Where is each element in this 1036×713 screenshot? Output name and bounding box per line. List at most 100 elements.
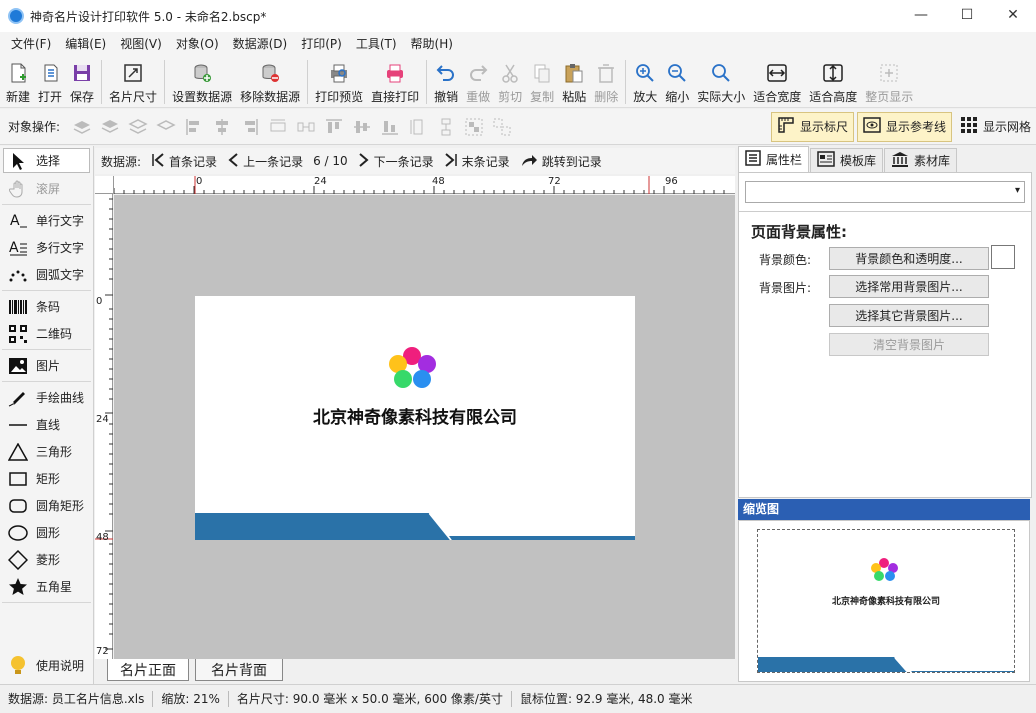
jump-record-button[interactable]: 跳转到记录 xyxy=(520,152,602,171)
open-button[interactable]: 打开 xyxy=(34,56,66,106)
menu-datasource[interactable]: 数据源(D) xyxy=(226,32,295,56)
design-canvas[interactable]: 北京神奇像素科技有限公司 xyxy=(114,195,735,659)
object-selector-combo[interactable]: ▾ xyxy=(745,181,1025,203)
image-tool[interactable]: 图片 xyxy=(0,352,93,379)
scroll-tool[interactable]: 滚屏 xyxy=(0,175,93,202)
tab-properties[interactable]: 属性栏 xyxy=(738,146,810,172)
line-tool[interactable]: 直线 xyxy=(0,411,93,438)
diamond-tool[interactable]: 菱形 xyxy=(0,546,93,573)
tab-card-back[interactable]: 名片背面 xyxy=(195,659,283,681)
redo-button[interactable]: 重做 xyxy=(462,56,494,106)
help-tool[interactable]: 使用说明 xyxy=(0,652,84,679)
send-to-back-icon[interactable] xyxy=(155,116,177,138)
distribute-horizontal-icon[interactable] xyxy=(267,116,289,138)
send-backward-icon[interactable] xyxy=(127,116,149,138)
tab-templates[interactable]: 模板库 xyxy=(810,148,884,172)
fit-width-button[interactable]: 适合宽度 xyxy=(749,56,805,106)
circle-tool[interactable]: 圆形 xyxy=(0,519,93,546)
card-size-button[interactable]: 名片尺寸 xyxy=(105,56,161,106)
copy-button[interactable]: 复制 xyxy=(526,56,558,106)
company-name-text[interactable]: 北京神奇像素科技有限公司 xyxy=(195,403,635,428)
menu-help[interactable]: 帮助(H) xyxy=(404,32,460,56)
fit-page-button[interactable]: 整页显示 xyxy=(861,56,917,106)
remove-datasource-button[interactable]: 移除数据源 xyxy=(236,56,304,106)
show-ruler-toggle[interactable]: 显示标尺 xyxy=(770,111,854,142)
show-grid-toggle[interactable]: 显示网格 xyxy=(955,112,1036,142)
arc-text-tool[interactable]: 圆弧文字 xyxy=(0,261,93,288)
cut-button[interactable]: 剪切 xyxy=(494,56,526,106)
direct-print-button[interactable]: 直接打印 xyxy=(367,56,423,106)
properties-panel: ▾ 页面背景属性: 背景颜色: 背景颜色和透明度... 背景图片: 选择常用背景… xyxy=(738,172,1032,498)
minimize-button[interactable]: — xyxy=(898,0,944,30)
title-bar: 神奇名片设计打印软件 5.0 - 未命名2.bscp* — ☐ ✕ xyxy=(0,0,1036,32)
paste-button[interactable]: 粘贴 xyxy=(558,56,590,106)
undo-button[interactable]: 撤销 xyxy=(430,56,462,106)
svg-text:A: A xyxy=(10,213,20,229)
ungroup-icon[interactable] xyxy=(491,116,513,138)
ruler-tick-label: 24 xyxy=(96,414,109,425)
bg-color-swatch[interactable] xyxy=(991,245,1015,269)
zoom-out-button[interactable]: 缩小 xyxy=(661,56,693,106)
triangle-tool[interactable]: 三角形 xyxy=(0,438,93,465)
actual-size-button[interactable]: 实际大小 xyxy=(693,56,749,106)
ruler-tick-label: 48 xyxy=(96,532,109,543)
select-tool[interactable]: 选择 xyxy=(3,148,90,173)
clear-bg-image-button[interactable]: 清空背景图片 xyxy=(829,333,989,356)
multi-line-text-tool[interactable]: A 多行文字 xyxy=(0,234,93,261)
next-record-button[interactable]: 下一条记录 xyxy=(358,152,434,171)
bring-forward-icon[interactable] xyxy=(99,116,121,138)
rectangle-tool[interactable]: 矩形 xyxy=(0,465,93,492)
align-top-icon[interactable] xyxy=(323,116,345,138)
set-datasource-button[interactable]: 设置数据源 xyxy=(168,56,236,106)
maximize-button[interactable]: ☐ xyxy=(944,0,990,30)
other-bg-image-button[interactable]: 选择其它背景图片... xyxy=(829,304,989,327)
group-icon[interactable] xyxy=(463,116,485,138)
align-right-icon[interactable] xyxy=(239,116,261,138)
qrcode-tool[interactable]: 二维码 xyxy=(0,320,93,347)
menu-print[interactable]: 打印(P) xyxy=(294,32,349,56)
new-button[interactable]: 新建 xyxy=(2,56,34,106)
menu-tools[interactable]: 工具(T) xyxy=(349,32,404,56)
menu-view[interactable]: 视图(V) xyxy=(113,32,169,56)
save-button[interactable]: 保存 xyxy=(66,56,98,106)
align-center-icon[interactable] xyxy=(211,116,233,138)
chevron-left-icon xyxy=(227,152,239,171)
freehand-tool[interactable]: 手绘曲线 xyxy=(0,384,93,411)
distribute-spacing-icon[interactable] xyxy=(295,116,317,138)
delete-button[interactable]: 删除 xyxy=(590,56,622,106)
prev-record-button[interactable]: 上一条记录 xyxy=(227,152,303,171)
bg-color-button[interactable]: 背景颜色和透明度... xyxy=(829,247,989,270)
print-preview-button[interactable]: 打印预览 xyxy=(311,56,367,106)
zoom-in-button[interactable]: 放大 xyxy=(629,56,661,106)
align-bottom-icon[interactable] xyxy=(379,116,401,138)
align-left-icon[interactable] xyxy=(183,116,205,138)
database-add-icon xyxy=(190,61,214,85)
print-preview-icon xyxy=(327,61,351,85)
card-decor-band[interactable] xyxy=(195,506,635,540)
rounded-rect-tool[interactable]: 圆角矩形 xyxy=(0,492,93,519)
align-middle-icon[interactable] xyxy=(351,116,373,138)
fit-height-button[interactable]: 适合高度 xyxy=(805,56,861,106)
vertical-ruler: 0 24 48 72 xyxy=(95,194,113,659)
bring-to-front-icon[interactable] xyxy=(71,116,93,138)
single-line-text-tool[interactable]: A 单行文字 xyxy=(0,207,93,234)
distribute-vertical-icon[interactable] xyxy=(407,116,429,138)
last-record-button[interactable]: 末条记录 xyxy=(444,152,510,171)
business-card-front[interactable]: 北京神奇像素科技有限公司 xyxy=(195,296,635,540)
menu-object[interactable]: 对象(O) xyxy=(169,32,226,56)
magnifier-icon xyxy=(709,61,733,85)
close-button[interactable]: ✕ xyxy=(990,0,1036,30)
barcode-tool[interactable]: 条码 xyxy=(0,293,93,320)
menu-file[interactable]: 文件(F) xyxy=(4,32,58,56)
company-logo[interactable] xyxy=(385,343,445,393)
first-record-button[interactable]: 首条记录 xyxy=(151,152,217,171)
tab-card-front[interactable]: 名片正面 xyxy=(107,659,189,681)
star-tool[interactable]: 五角星 xyxy=(0,573,93,600)
vertical-spacing-icon[interactable] xyxy=(435,116,457,138)
tab-materials[interactable]: 素材库 xyxy=(884,148,958,172)
thumbnail-card[interactable]: 北京神奇像素科技有限公司 xyxy=(757,529,1015,673)
menu-edit[interactable]: 编辑(E) xyxy=(58,32,113,56)
show-guides-toggle[interactable]: 显示参考线 xyxy=(856,111,952,142)
common-bg-image-button[interactable]: 选择常用背景图片... xyxy=(829,275,989,298)
jump-arrow-icon xyxy=(520,152,538,171)
